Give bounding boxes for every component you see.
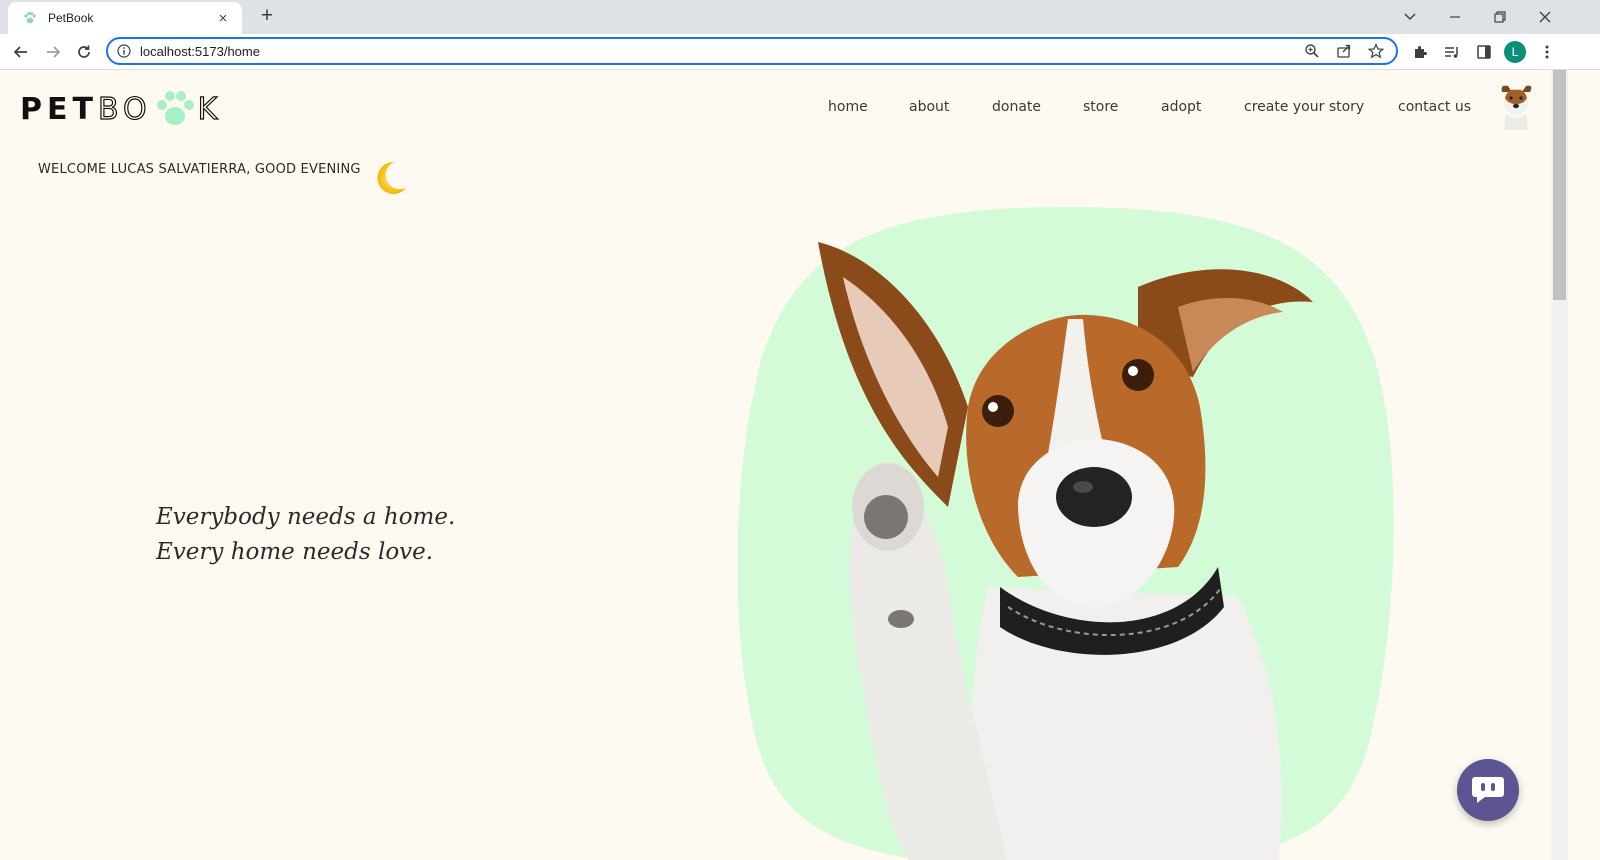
hero-tagline: Everybody needs a home. Every home needs… [156,500,455,570]
reload-icon[interactable] [71,39,97,65]
side-panel-icon[interactable] [1471,39,1497,65]
scrollbar-thumb[interactable] [1553,70,1566,300]
close-window-icon[interactable] [1525,4,1565,30]
url-input[interactable] [140,43,1292,59]
zoom-icon[interactable] [1300,40,1324,62]
tagline-line-1: Everybody needs a home. [156,504,456,530]
hero-dog-image [738,207,1394,860]
logo-text-k: K [197,91,223,127]
paw-logo-icon [156,91,194,125]
chat-bubble-icon [1472,777,1504,803]
profile-avatar[interactable]: L [1504,41,1526,63]
nav-home[interactable]: home [828,99,868,115]
logo-text-bo: BO [97,91,152,127]
site-info-icon[interactable] [116,43,132,59]
logo-text-pet: PET [20,91,98,127]
nav-create-your-story[interactable]: create your story [1244,99,1364,115]
restore-icon[interactable] [1480,4,1520,30]
crescent-moon-icon [377,161,406,194]
nav-about[interactable]: about [909,99,949,115]
forward-arrow-icon[interactable] [40,39,66,65]
minimize-icon[interactable] [1435,4,1475,30]
page-scrollbar[interactable] [1551,70,1568,860]
paw-favicon-icon [22,10,38,26]
nav-contact-us[interactable]: contact us [1398,99,1471,115]
tab-close-icon[interactable]: × [214,10,232,27]
tab-title: PetBook [48,11,94,25]
page-right-margin [1568,70,1600,860]
browser-tab-strip: PetBook × + [0,0,1600,34]
bookmark-star-icon[interactable] [1364,40,1388,62]
new-tab-button[interactable]: + [255,5,279,29]
media-controls-icon[interactable] [1439,39,1465,65]
nav-donate[interactable]: donate [992,99,1041,115]
page-viewport: PET BO K home about donate store adopt c… [0,70,1551,860]
share-icon[interactable] [1332,40,1356,62]
browser-toolbar: L [0,34,1600,70]
user-avatar[interactable] [1496,82,1536,130]
address-bar[interactable] [106,37,1398,65]
tagline-line-2: Every home needs love. [156,539,434,565]
browser-tab[interactable]: PetBook × [8,2,242,34]
chat-button[interactable] [1457,759,1519,821]
nav-store[interactable]: store [1083,99,1118,115]
tab-search-chevron-icon[interactable] [1390,4,1430,30]
back-arrow-icon[interactable] [8,39,34,65]
menu-kebab-icon[interactable] [1534,39,1560,65]
welcome-message: WELCOME LUCAS SALVATIERRA, GOOD EVENING [38,162,361,177]
petbook-logo[interactable]: PET BO K [20,88,222,130]
extensions-puzzle-icon[interactable] [1407,39,1433,65]
nav-adopt[interactable]: adopt [1161,99,1201,115]
